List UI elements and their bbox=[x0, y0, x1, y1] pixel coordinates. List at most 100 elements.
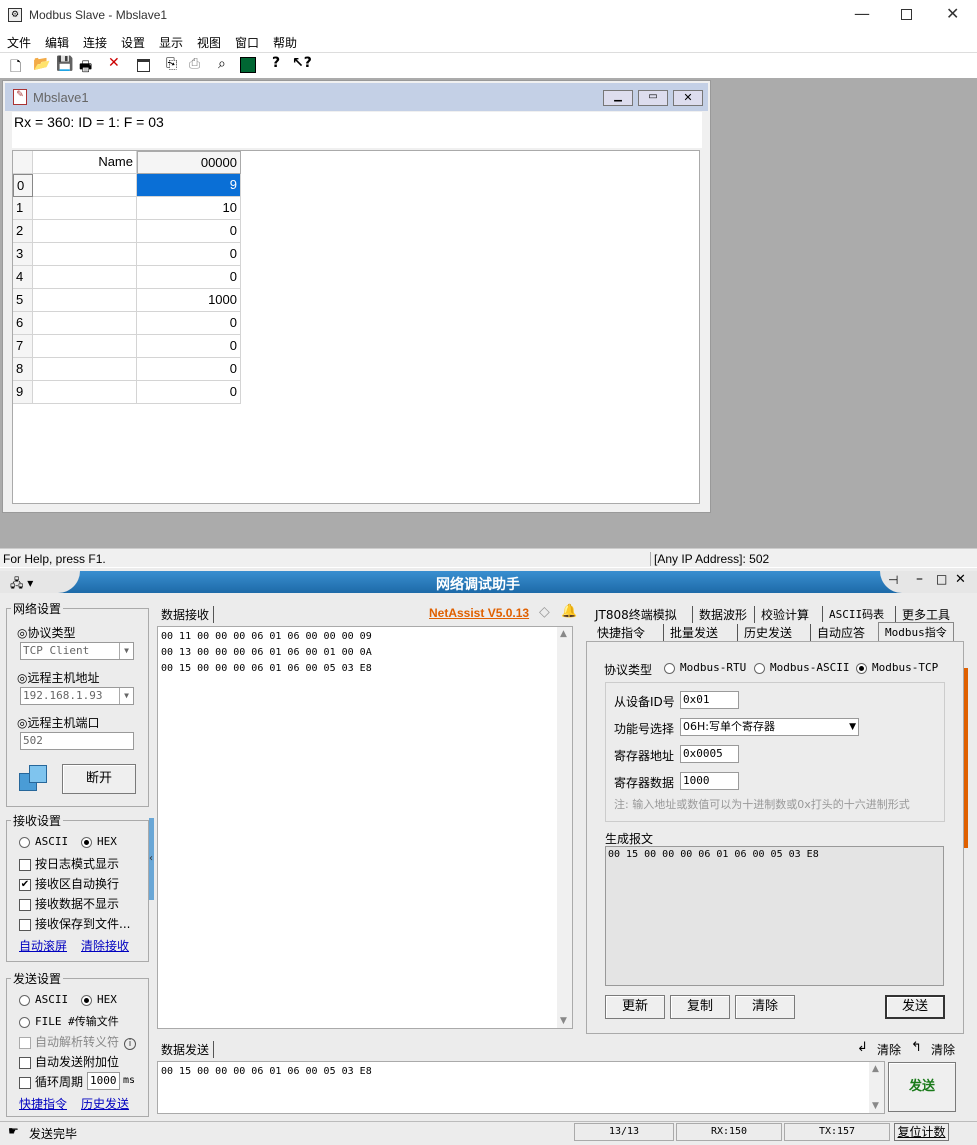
grid-name-cell[interactable] bbox=[33, 266, 137, 289]
gem-icon[interactable]: ◇ bbox=[539, 604, 550, 620]
mb-send-button[interactable]: 发送 bbox=[885, 995, 945, 1019]
port-input[interactable]: 502 bbox=[20, 732, 134, 750]
clear-send-link[interactable]: 清除 bbox=[877, 1041, 901, 1058]
recv-scrollbar[interactable]: ▲ ▼ bbox=[557, 627, 572, 1028]
grid-name-cell[interactable] bbox=[33, 220, 137, 243]
tab-more-tools[interactable]: 更多工具 bbox=[895, 606, 950, 623]
quick-cmd-link[interactable]: 快捷指令 bbox=[19, 1095, 67, 1112]
grid-value-cell[interactable]: 0 bbox=[137, 335, 241, 358]
menu-help[interactable]: 帮助 bbox=[273, 34, 297, 51]
na-close-button[interactable]: ✕ bbox=[955, 572, 966, 587]
tab-ascii-table[interactable]: ASCII码表 bbox=[822, 606, 884, 622]
grid-value-cell[interactable]: 0 bbox=[137, 243, 241, 266]
grid-value-cell[interactable]: 9 bbox=[137, 174, 241, 197]
tcp-radio[interactable] bbox=[856, 662, 867, 674]
menu-setup[interactable]: 设置 bbox=[121, 34, 145, 51]
na-menu-area[interactable]: 🖧 ▾ bbox=[0, 571, 80, 593]
clear-gen-button[interactable]: 清除 bbox=[735, 995, 795, 1019]
period-input[interactable]: 1000 bbox=[87, 1072, 120, 1090]
na-minimize-button[interactable]: – bbox=[916, 571, 923, 587]
grid-value-cell[interactable]: 10 bbox=[137, 197, 241, 220]
reg-data-input[interactable]: 1000 bbox=[680, 772, 739, 790]
dev-id-input[interactable]: 0x01 bbox=[680, 691, 739, 709]
version-link[interactable]: NetAssist V5.0.13 bbox=[429, 606, 529, 620]
recv-tab[interactable]: 数据接收 bbox=[161, 606, 215, 623]
read-icon[interactable]: ⎘ bbox=[166, 56, 177, 72]
new-icon[interactable]: 🗋 bbox=[10, 56, 21, 80]
clear-all-link[interactable]: 清除 bbox=[931, 1041, 955, 1058]
clear-send-icon[interactable]: ↲ bbox=[857, 1040, 868, 1055]
recv-hex-radio[interactable] bbox=[81, 836, 92, 848]
auto-wrap-checkbox[interactable]: ✔ bbox=[19, 878, 31, 891]
update-button[interactable]: 更新 bbox=[605, 995, 665, 1019]
grid-name-cell[interactable] bbox=[33, 381, 137, 404]
escape-checkbox[interactable] bbox=[19, 1036, 31, 1049]
info-icon[interactable]: i bbox=[124, 1038, 137, 1050]
send-tab[interactable]: 数据发送 bbox=[161, 1041, 215, 1058]
grid-name-cell[interactable] bbox=[33, 289, 137, 312]
file-radio[interactable] bbox=[19, 1016, 30, 1028]
na-maximize-button[interactable]: □ bbox=[936, 572, 947, 586]
mbascii-radio[interactable] bbox=[754, 662, 765, 674]
loop-checkbox[interactable] bbox=[19, 1076, 31, 1089]
grid-value-cell[interactable]: 0 bbox=[137, 358, 241, 381]
tab-quick-cmd[interactable]: 快捷指令 bbox=[597, 624, 645, 641]
child-minimize-button[interactable]: ▁ bbox=[603, 90, 633, 106]
disconnect-button[interactable]: 断开 bbox=[62, 764, 136, 794]
menu-edit[interactable]: 编辑 bbox=[45, 34, 69, 51]
grid-name-cell[interactable] bbox=[33, 335, 137, 358]
tab-checksum[interactable]: 校验计算 bbox=[754, 606, 809, 623]
save-icon[interactable]: 💾 bbox=[56, 56, 73, 72]
grid-name-cell[interactable] bbox=[33, 174, 137, 197]
grid-value-cell[interactable]: 0 bbox=[137, 381, 241, 404]
grid-value-cell[interactable]: 1000 bbox=[137, 289, 241, 312]
grid-name-cell[interactable] bbox=[33, 197, 137, 220]
log-mode-checkbox[interactable] bbox=[19, 858, 31, 871]
grid-name-cell[interactable] bbox=[33, 358, 137, 381]
pin-icon[interactable]: ⊣ bbox=[888, 573, 898, 587]
gen-textarea[interactable]: 00 15 00 00 00 06 01 06 00 05 03 E8 bbox=[605, 846, 944, 986]
monitor-icon[interactable]: ⌕ bbox=[218, 56, 226, 72]
print-icon[interactable]: 🖶 bbox=[79, 56, 92, 80]
menu-view[interactable]: 视图 bbox=[197, 34, 221, 51]
clear-recv-link[interactable]: 清除接收 bbox=[81, 937, 129, 954]
open-icon[interactable]: 📂 bbox=[33, 56, 50, 72]
send-ascii-radio[interactable] bbox=[19, 994, 30, 1006]
tab-modbus[interactable]: Modbus指令 bbox=[878, 622, 954, 641]
tab-waveform[interactable]: 数据波形 bbox=[692, 606, 747, 623]
host-select[interactable]: 192.168.1.93 ▼ bbox=[20, 687, 134, 705]
disconnect-icon[interactable]: ✕ bbox=[108, 55, 120, 71]
proto-select[interactable]: TCP Client ▼ bbox=[20, 642, 134, 660]
tab-batch-send[interactable]: 批量发送 bbox=[663, 624, 718, 641]
hide-recv-checkbox[interactable] bbox=[19, 898, 31, 911]
minimize-button[interactable]: — bbox=[854, 4, 870, 23]
menu-display[interactable]: 显示 bbox=[159, 34, 183, 51]
maximize-button[interactable] bbox=[901, 9, 912, 20]
menu-file[interactable]: 文件 bbox=[7, 34, 31, 51]
grid-value-cell[interactable]: 0 bbox=[137, 266, 241, 289]
child-close-button[interactable]: ✕ bbox=[673, 90, 703, 106]
child-restore-button[interactable]: ▭ bbox=[638, 90, 668, 106]
tab-jt808[interactable]: JT808终端模拟 bbox=[595, 606, 677, 623]
help-icon[interactable]: ? bbox=[272, 55, 280, 71]
history-link[interactable]: 历史发送 bbox=[81, 1095, 129, 1112]
grid-value-cell[interactable]: 0 bbox=[137, 312, 241, 335]
menu-window[interactable]: 窗口 bbox=[235, 34, 259, 51]
clear-all-icon[interactable]: ↰ bbox=[911, 1040, 922, 1055]
recv-ascii-radio[interactable] bbox=[19, 836, 30, 848]
window-icon[interactable] bbox=[137, 59, 150, 72]
recv-textarea[interactable]: 00 11 00 00 00 06 01 06 00 00 00 09 00 1… bbox=[157, 626, 573, 1029]
bell-icon[interactable]: 🔔 bbox=[561, 604, 577, 619]
send-scrollbar[interactable]: ▲ ▼ bbox=[869, 1062, 884, 1113]
tab-auto-reply[interactable]: 自动应答 bbox=[810, 624, 865, 641]
send-hex-radio[interactable] bbox=[81, 994, 92, 1006]
close-button[interactable]: ✕ bbox=[946, 4, 959, 23]
write-icon[interactable]: ⎙ bbox=[189, 56, 200, 72]
send-textarea[interactable]: 00 15 00 00 00 06 01 06 00 05 03 E8 ▲ ▼ bbox=[157, 1061, 885, 1114]
tab-history-send[interactable]: 历史发送 bbox=[737, 624, 792, 641]
send-button[interactable]: 发送 bbox=[888, 1062, 956, 1112]
reset-count-button[interactable]: 复位计数 bbox=[894, 1123, 949, 1141]
grid-name-cell[interactable] bbox=[33, 243, 137, 266]
menu-connect[interactable]: 连接 bbox=[83, 34, 107, 51]
copy-button[interactable]: 复制 bbox=[670, 995, 730, 1019]
